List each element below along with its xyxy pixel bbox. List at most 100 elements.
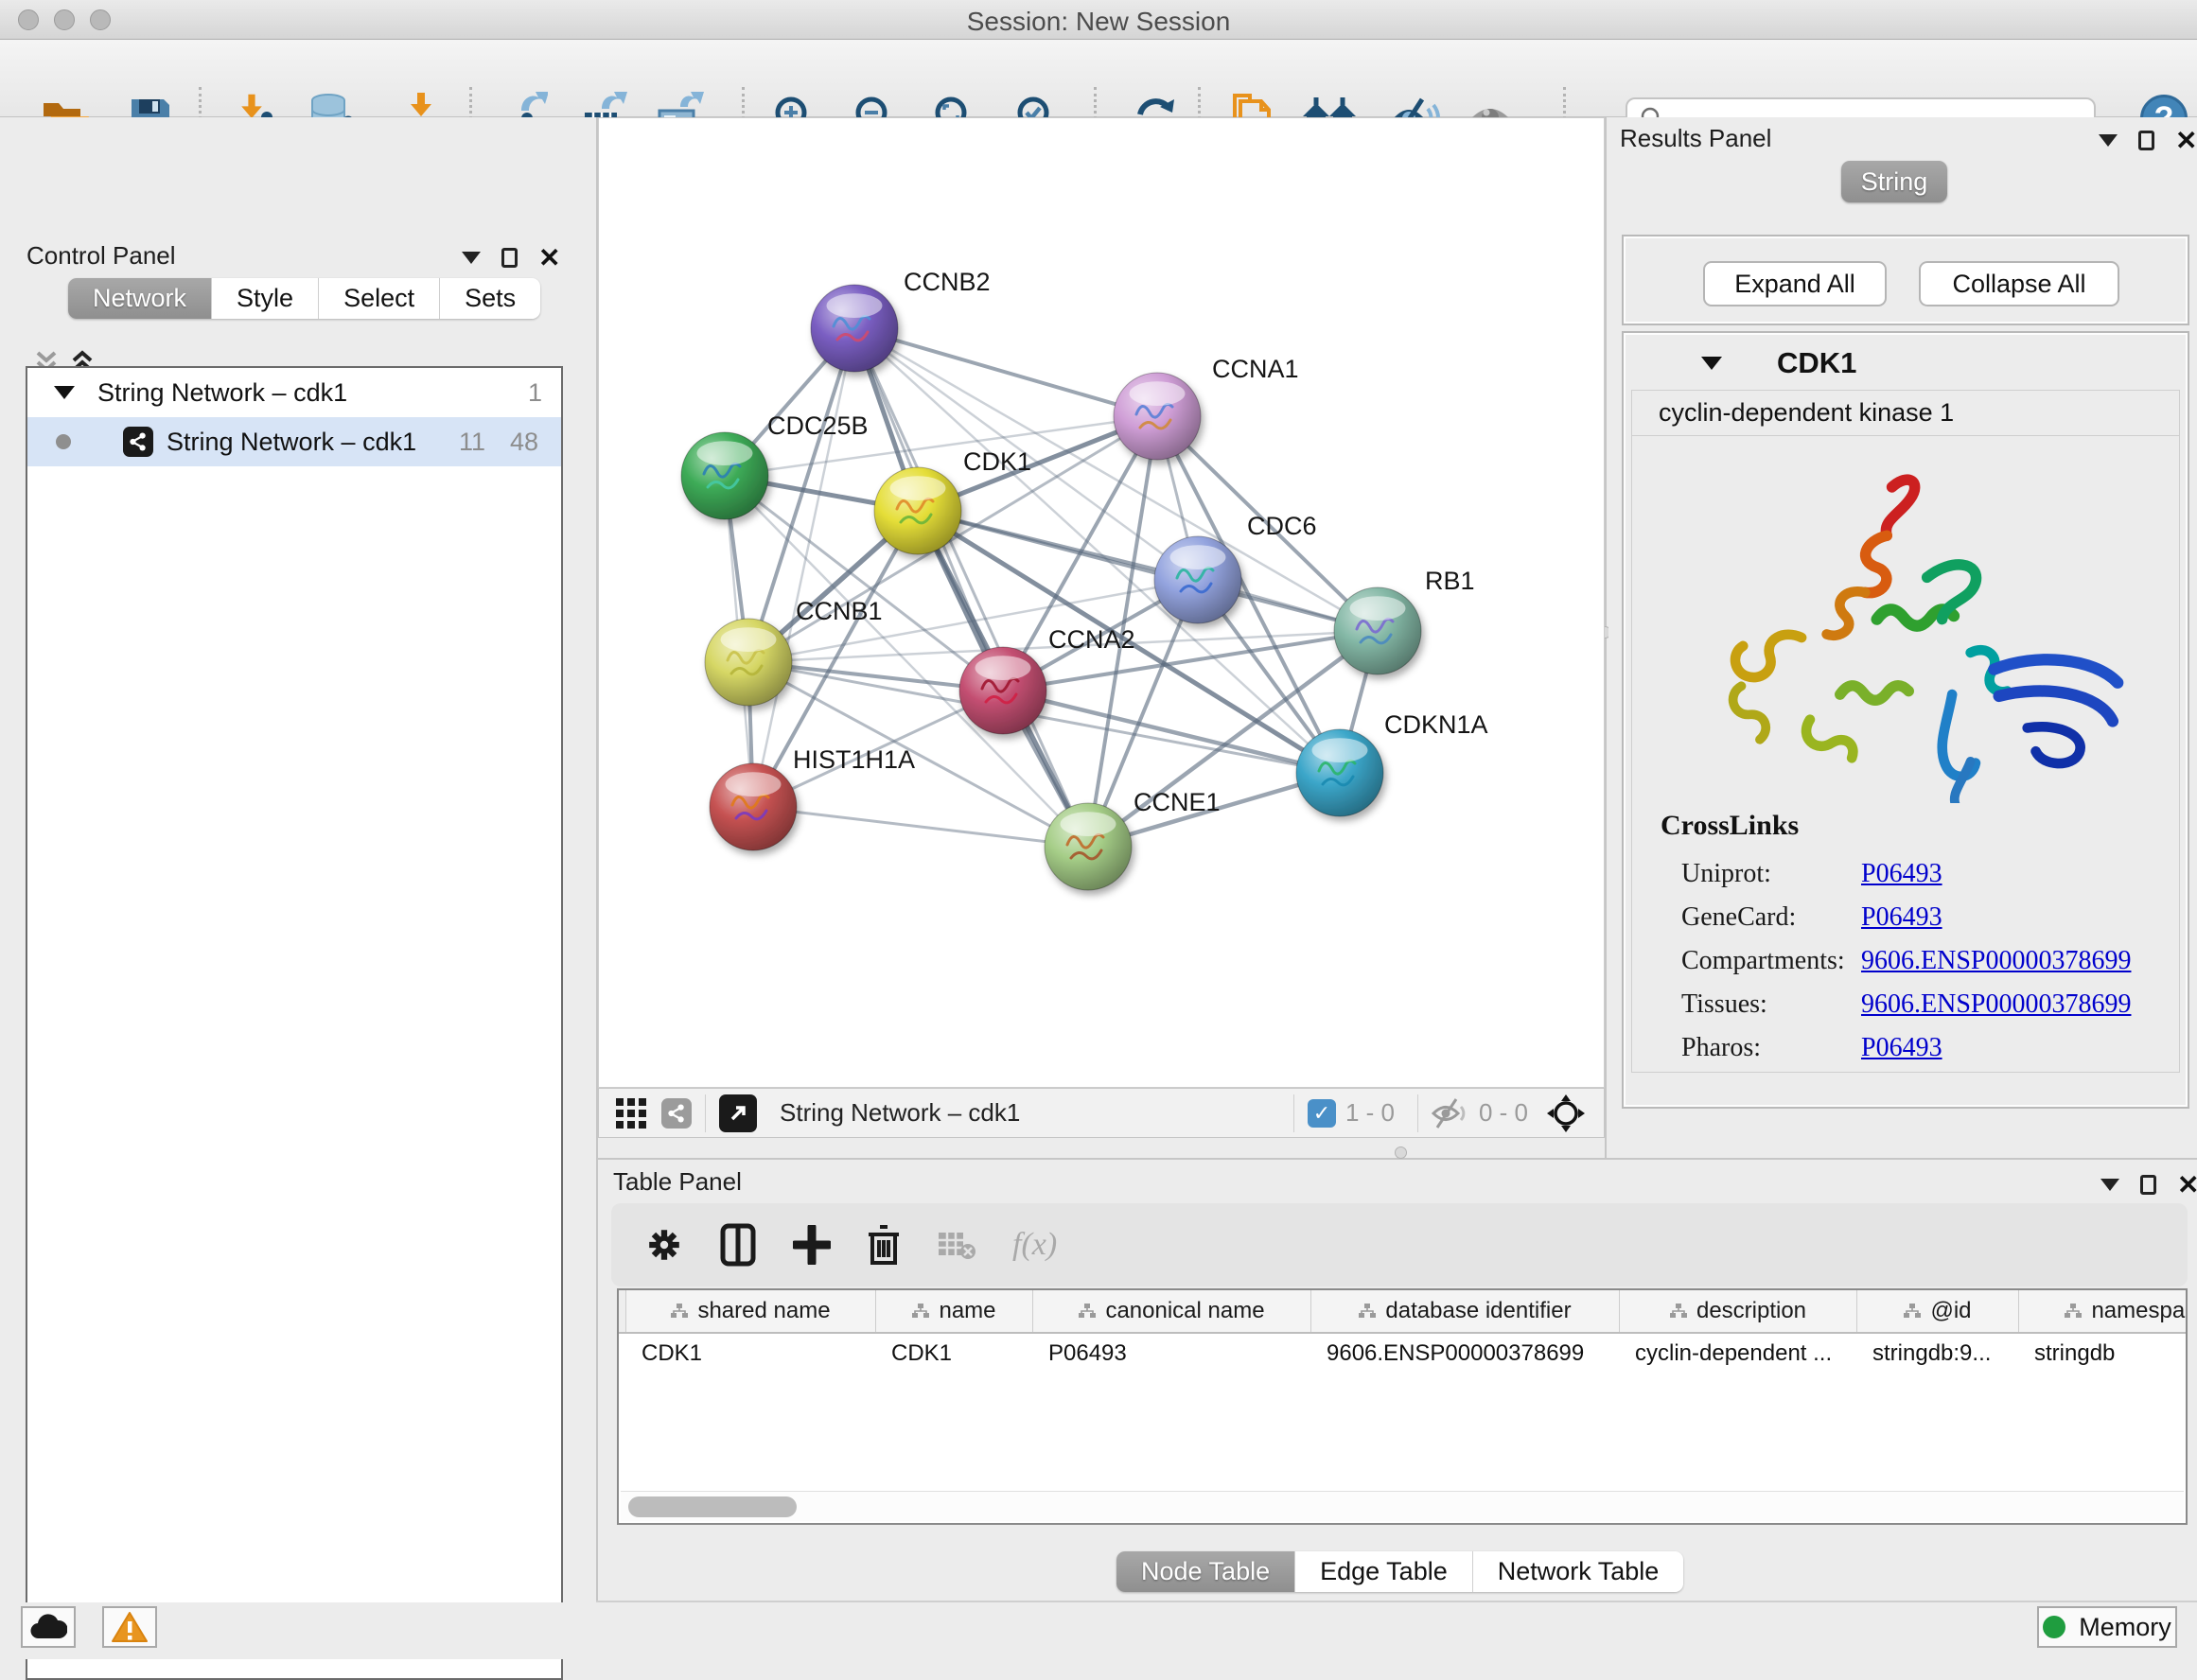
gene-details-box: CDK1 cyclin-dependent kinase 1 [1622, 331, 2189, 1109]
warning-button[interactable] [102, 1606, 157, 1648]
results-panel-close-icon[interactable]: ✕ [2175, 131, 2197, 150]
node-CDKN1A[interactable]: CDKN1A [1296, 710, 1488, 816]
columns-icon[interactable] [719, 1223, 757, 1267]
add-column-icon[interactable] [793, 1225, 831, 1265]
delete-column-icon[interactable] [867, 1223, 901, 1267]
control-panel-collapse-icon[interactable] [462, 252, 481, 264]
crosshair-icon[interactable] [1545, 1093, 1587, 1134]
node-label-CCNE1: CCNE1 [1134, 788, 1221, 816]
node-CCNA1[interactable]: CCNA1 [1114, 355, 1299, 460]
column-header-name[interactable]: name [876, 1290, 1033, 1332]
string-network-graph[interactable]: CCNB2CCNA1CDC25BCDK1CDC6RB1CCNB1CCNA2CDK… [599, 118, 1604, 1087]
tab-string[interactable]: String [1841, 161, 1947, 202]
network-edge-count: 48 [510, 428, 538, 457]
table-cell[interactable]: stringdb:9... [1857, 1340, 2019, 1367]
crosslink-label: Pharos: [1681, 1033, 1861, 1063]
gear-icon[interactable] [645, 1226, 683, 1264]
hscroll-thumb[interactable] [628, 1496, 797, 1517]
tab-network[interactable]: Network [68, 278, 212, 319]
main-toolbar: ? [0, 40, 2197, 117]
column-header-label: description [1696, 1298, 1806, 1324]
open-in-window-icon[interactable] [719, 1094, 757, 1132]
tab-sets[interactable]: Sets [440, 278, 540, 319]
column-header-database-identifier[interactable]: database identifier [1311, 1290, 1620, 1332]
horizontal-splitter-handle[interactable] [1395, 1146, 1407, 1159]
tree-expand-icon[interactable] [54, 386, 75, 399]
column-header-namespace[interactable]: namespace [2019, 1290, 2188, 1332]
control-panel-float-icon[interactable] [501, 248, 518, 268]
column-header-canonical-name[interactable]: canonical name [1033, 1290, 1311, 1332]
crosslink-link[interactable]: 9606.ENSP00000378699 [1861, 989, 2131, 1020]
table-cell[interactable]: CDK1 [876, 1340, 1033, 1367]
table-cell[interactable]: stringdb [2019, 1340, 2188, 1367]
network-row-selected[interactable]: String Network – cdk1 11 48 [27, 417, 561, 466]
hidden-eye-icon[interactable] [1432, 1097, 1469, 1129]
table-row[interactable]: CDK1CDK1P064939606.ENSP00000378699cyclin… [619, 1334, 2186, 1374]
grid-icon[interactable] [614, 1096, 648, 1130]
table-cell[interactable]: cyclin-dependent ... [1620, 1340, 1857, 1367]
column-header--id[interactable]: @id [1857, 1290, 2019, 1332]
edge-HIST1H1A-CCNE1[interactable] [753, 807, 1088, 847]
crosslink-link[interactable]: P06493 [1861, 859, 1942, 889]
table-toolbar: f(x) [611, 1203, 2188, 1286]
table-panel-close-icon[interactable]: ✕ [2177, 1176, 2197, 1195]
selected-checkbox-icon[interactable]: ✓ [1308, 1099, 1336, 1128]
column-header-description[interactable]: description [1620, 1290, 1857, 1332]
network-collection-row[interactable]: String Network – cdk1 1 [27, 368, 561, 417]
node-label-CCNB1: CCNB1 [796, 597, 883, 625]
clear-table-icon[interactable] [937, 1229, 976, 1261]
network-canvas[interactable]: CCNB2CCNA1CDC25BCDK1CDC6RB1CCNB1CCNA2CDK… [598, 117, 1605, 1088]
cloud-icon [29, 1614, 67, 1640]
table-cell[interactable]: P06493 [1033, 1340, 1311, 1367]
crosslink-link[interactable]: P06493 [1861, 1033, 1942, 1063]
edge-CCNB2-CCNA1[interactable] [854, 328, 1157, 416]
gene-section-header[interactable]: CDK1 [1629, 339, 2182, 388]
tab-network-table[interactable]: Network Table [1473, 1551, 1684, 1592]
warning-icon [111, 1611, 149, 1643]
table-panel-float-icon[interactable] [2140, 1175, 2156, 1195]
crosslink-label: Compartments: [1681, 946, 1861, 976]
column-header-label: canonical name [1105, 1298, 1264, 1324]
node-label-CDKN1A: CDKN1A [1384, 710, 1488, 739]
tab-style[interactable]: Style [212, 278, 319, 319]
status-bar: Memory [0, 1602, 2197, 1659]
node-label-CCNA1: CCNA1 [1212, 355, 1299, 383]
node-HIST1H1A[interactable]: HIST1H1A [710, 745, 915, 850]
table-cell[interactable]: 9606.ENSP00000378699 [1311, 1340, 1620, 1367]
column-header-shared-name[interactable]: shared name [626, 1290, 876, 1332]
control-panel-close-icon[interactable]: ✕ [538, 249, 560, 268]
tab-node-table[interactable]: Node Table [1116, 1551, 1295, 1592]
gene-collapse-icon[interactable] [1701, 357, 1722, 370]
node-RB1[interactable]: RB1 [1334, 567, 1475, 674]
collapse-all-button[interactable]: Collapse All [1919, 261, 2119, 306]
control-panel-title: Control Panel [26, 241, 176, 271]
results-panel-collapse-icon[interactable] [2099, 134, 2118, 147]
edge-CCNB2-HIST1H1A[interactable] [753, 328, 854, 807]
crosslink-row: Compartments:9606.ENSP00000378699 [1681, 939, 2170, 983]
network-collection-label: String Network – cdk1 [97, 378, 347, 408]
crosslink-link[interactable]: P06493 [1861, 902, 1942, 933]
expand-all-button[interactable]: Expand All [1703, 261, 1887, 306]
column-header-label: shared name [697, 1298, 830, 1324]
network-label: String Network – cdk1 [167, 428, 416, 457]
node-CDC25B[interactable]: CDC25B [681, 411, 869, 519]
network-view-toolbar: String Network – cdk1 ✓ 1 - 0 0 - 0 [598, 1088, 1605, 1138]
table-hscrollbar[interactable] [621, 1491, 2184, 1521]
crosslink-row: Pharos:P06493 [1681, 1026, 2170, 1070]
table-body: CDK1CDK1P064939606.ENSP00000378699cyclin… [619, 1334, 2186, 1374]
table-header-row: shared name name canonical name database id… [619, 1290, 2186, 1334]
crosslink-link[interactable]: 9606.ENSP00000378699 [1861, 946, 2131, 976]
share-network-icon[interactable] [661, 1098, 692, 1129]
node-table[interactable]: shared name name canonical name database id… [617, 1288, 2188, 1525]
table-panel-collapse-icon[interactable] [2100, 1179, 2119, 1191]
function-icon[interactable]: f(x) [1012, 1227, 1057, 1263]
node-label-CCNA2: CCNA2 [1048, 625, 1135, 654]
cloud-button[interactable] [21, 1606, 76, 1648]
tab-edge-table[interactable]: Edge Table [1295, 1551, 1473, 1592]
tab-select[interactable]: Select [319, 278, 440, 319]
table-panel: Table Panel ✕ f(x) shared namenamecanoni… [598, 1160, 2197, 1601]
table-cell[interactable]: CDK1 [626, 1340, 876, 1367]
node-CCNE1[interactable]: CCNE1 [1045, 788, 1221, 890]
results-panel-float-icon[interactable] [2138, 131, 2154, 150]
memory-button[interactable]: Memory [2037, 1606, 2177, 1648]
